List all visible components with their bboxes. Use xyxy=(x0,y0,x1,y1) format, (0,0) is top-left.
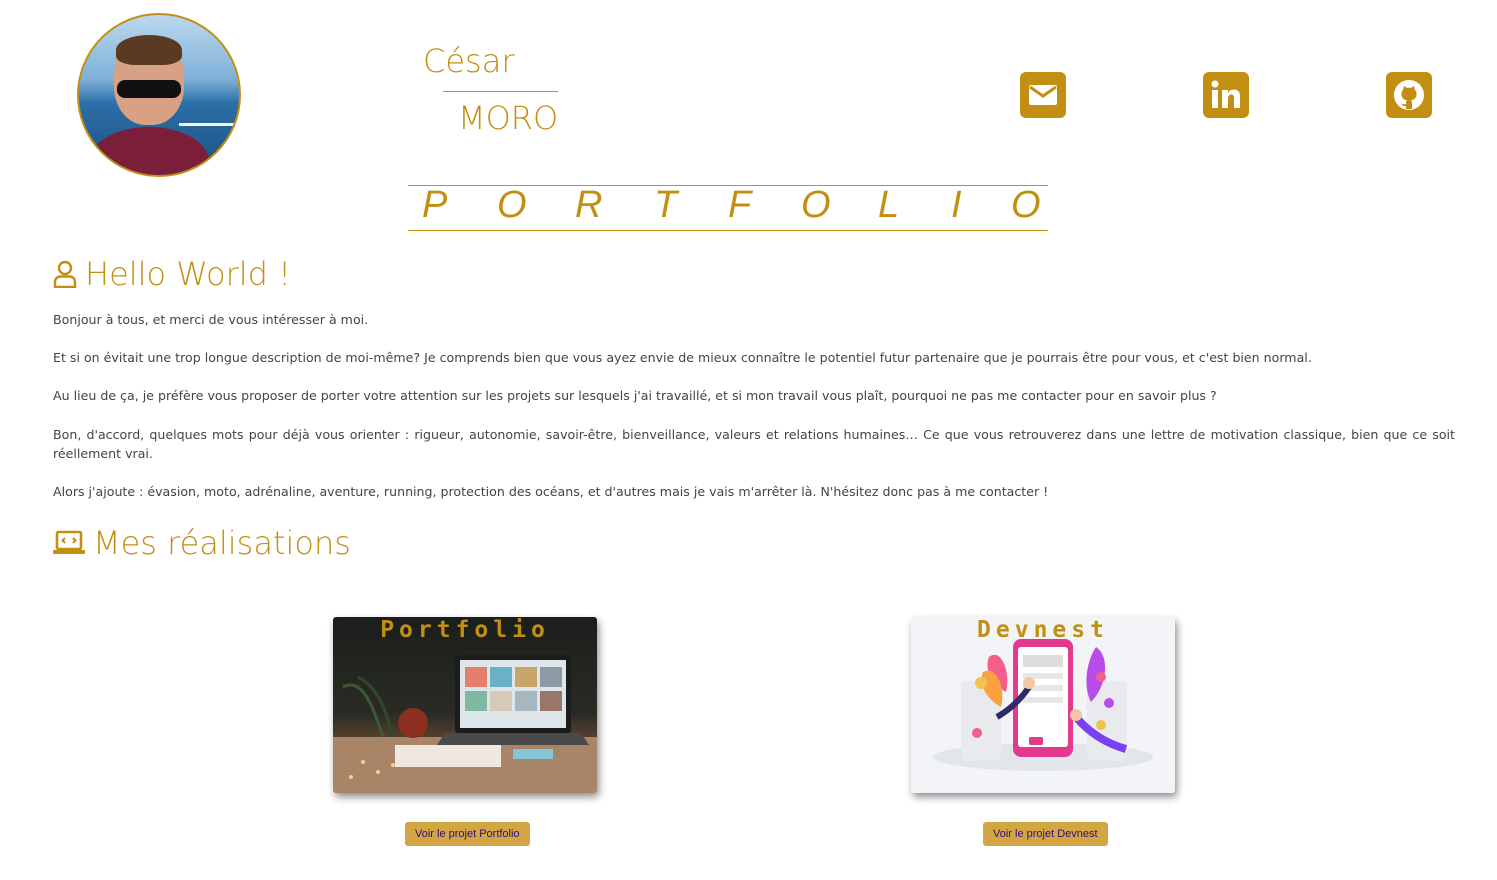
user-icon xyxy=(53,260,77,288)
email-link[interactable] xyxy=(1020,72,1066,118)
linkedin-link[interactable] xyxy=(1203,72,1249,118)
project-card-portfolio[interactable]: Portfolio xyxy=(333,617,597,793)
banner-letter: O xyxy=(497,184,527,226)
about-heading: Hello World ! xyxy=(53,255,291,293)
view-devnest-button[interactable]: Voir le projet Devnest xyxy=(983,822,1108,846)
portfolio-banner: P O R T F O L I O xyxy=(408,184,1048,231)
name-divider xyxy=(443,91,558,92)
banner-letter: O xyxy=(1011,184,1041,226)
projects-heading: Mes réalisations xyxy=(53,524,351,562)
github-link[interactable] xyxy=(1386,72,1432,118)
project-card-title: Portfolio xyxy=(380,617,550,643)
banner-letter: R xyxy=(575,184,603,226)
last-name: MORO xyxy=(458,99,559,137)
banner-letter: F xyxy=(728,184,752,226)
project-card-title: Devnest xyxy=(977,617,1109,643)
linkedin-icon xyxy=(1211,80,1240,108)
laptop-photo xyxy=(333,655,597,793)
banner-letter: T xyxy=(654,184,678,226)
project-card-devnest[interactable]: Devnest xyxy=(911,617,1175,793)
envelope-icon xyxy=(1029,85,1057,105)
about-title: Hello World ! xyxy=(85,255,291,293)
about-paragraph: Au lieu de ça, je préfère vous proposer … xyxy=(53,388,1217,403)
profile-avatar xyxy=(77,13,241,177)
view-portfolio-button[interactable]: Voir le projet Portfolio xyxy=(405,822,530,846)
banner-letter: I xyxy=(951,184,962,226)
banner-letter: L xyxy=(878,184,900,226)
about-paragraph: Et si on évitait une trop longue descrip… xyxy=(53,350,1312,365)
github-icon xyxy=(1394,80,1424,110)
about-paragraph: Bon, d'accord, quelques mots pour déjà v… xyxy=(53,427,1455,461)
projects-title: Mes réalisations xyxy=(93,524,351,562)
first-name: César xyxy=(423,42,515,80)
laptop-code-icon xyxy=(53,530,85,554)
banner-letter: O xyxy=(801,184,831,226)
devnest-illustration xyxy=(933,639,1153,771)
about-paragraph: Alors j'ajoute : évasion, moto, adrénali… xyxy=(53,484,1049,499)
banner-letter: P xyxy=(422,184,448,226)
about-paragraph: Bonjour à tous, et merci de vous intéres… xyxy=(53,312,369,327)
